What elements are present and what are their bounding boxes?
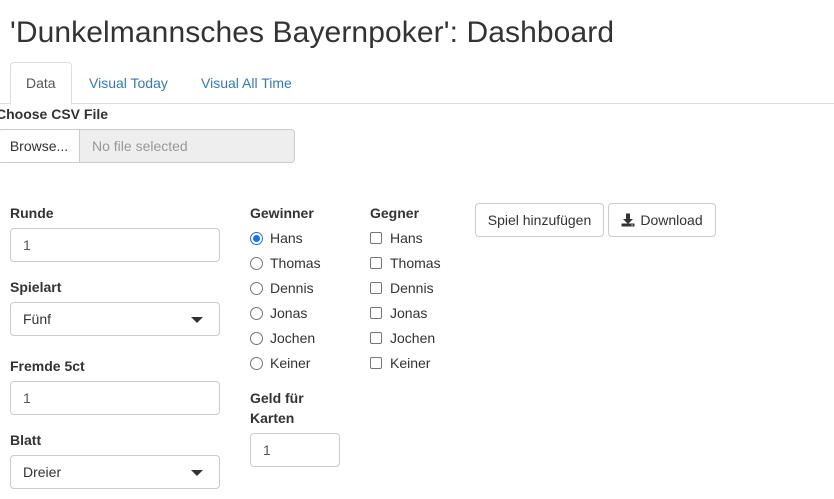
- checkbox[interactable]: [370, 282, 382, 294]
- browse-button[interactable]: Browse...: [0, 129, 80, 163]
- gewinner-option[interactable]: Thomas: [250, 253, 321, 273]
- gewinner-option-label: Thomas: [270, 255, 321, 271]
- tab-visual-all-time[interactable]: Visual All Time: [186, 62, 307, 104]
- gewinner-option-label: Hans: [270, 230, 303, 246]
- gegner-option[interactable]: Hans: [370, 228, 423, 248]
- runde-label: Runde: [10, 205, 54, 221]
- gewinner-option[interactable]: Jonas: [250, 303, 307, 323]
- gewinner-option[interactable]: Hans: [250, 228, 303, 248]
- radio-button[interactable]: [250, 331, 263, 345]
- spielart-label: Spielart: [10, 279, 62, 295]
- gewinner-option[interactable]: Keiner: [250, 353, 310, 373]
- fremde-input[interactable]: 1: [10, 381, 220, 415]
- checkbox[interactable]: [370, 257, 382, 269]
- caret-down-icon: [191, 470, 203, 476]
- checkbox[interactable]: [370, 357, 382, 369]
- radio-button[interactable]: [250, 281, 263, 295]
- file-name-field[interactable]: No file selected: [79, 129, 295, 163]
- gegner-option-label: Thomas: [390, 255, 441, 271]
- spielart-selected-value: Fünf: [23, 311, 52, 327]
- gegner-option[interactable]: Jonas: [370, 303, 427, 323]
- radio-button[interactable]: [250, 356, 263, 370]
- blatt-label: Blatt: [10, 432, 42, 448]
- gewinner-option-label: Dennis: [270, 280, 314, 296]
- gegner-option-label: Jochen: [390, 330, 436, 346]
- download-button[interactable]: Download: [608, 203, 716, 237]
- checkbox[interactable]: [370, 232, 382, 244]
- blatt-select[interactable]: Dreier: [10, 455, 220, 489]
- caret-down-icon: [191, 317, 203, 323]
- radio-button[interactable]: [250, 306, 263, 320]
- radio-button-checked[interactable]: [250, 231, 263, 245]
- radio-button[interactable]: [250, 256, 263, 270]
- download-button-label: Download: [640, 212, 703, 228]
- gegner-option-label: Jonas: [390, 305, 428, 321]
- gegner-option-label: Keiner: [390, 355, 431, 371]
- gegner-label: Gegner: [370, 205, 420, 221]
- tab-data[interactable]: Data: [10, 62, 72, 105]
- gegner-option[interactable]: Jochen: [370, 328, 435, 348]
- gegner-option[interactable]: Keiner: [370, 353, 430, 373]
- checkbox[interactable]: [370, 307, 382, 319]
- gewinner-option-label: Jonas: [270, 305, 308, 321]
- gewinner-option-label: Jochen: [270, 330, 316, 346]
- csv-file-label: Choose CSV File: [0, 106, 109, 122]
- spielart-select[interactable]: Fünf: [10, 302, 220, 336]
- page-title: 'Dunkelmannsches Bayernpoker': Dashboard: [10, 16, 615, 49]
- gegner-option[interactable]: Dennis: [370, 278, 434, 298]
- checkbox[interactable]: [370, 332, 382, 344]
- gegner-option-label: Hans: [390, 230, 423, 246]
- runde-input[interactable]: 1: [10, 228, 220, 262]
- gewinner-label: Gewinner: [250, 205, 314, 221]
- gegner-option[interactable]: Thomas: [370, 253, 441, 273]
- geld-label-line1: Geld für: [250, 390, 304, 406]
- add-game-button[interactable]: Spiel hinzufügen: [475, 203, 604, 237]
- fremde-label: Fremde 5ct: [10, 358, 85, 374]
- gewinner-option[interactable]: Dennis: [250, 278, 314, 298]
- tab-visual-today[interactable]: Visual Today: [74, 62, 183, 104]
- download-icon: [621, 213, 635, 227]
- geld-input[interactable]: 1: [250, 433, 340, 467]
- geld-label-line2: Karten: [250, 410, 295, 426]
- blatt-selected-value: Dreier: [23, 464, 62, 480]
- gewinner-option-label: Keiner: [270, 355, 311, 371]
- tab-bar: Data Visual Today Visual All Time: [0, 62, 834, 105]
- gegner-option-label: Dennis: [390, 280, 434, 296]
- gewinner-option[interactable]: Jochen: [250, 328, 315, 348]
